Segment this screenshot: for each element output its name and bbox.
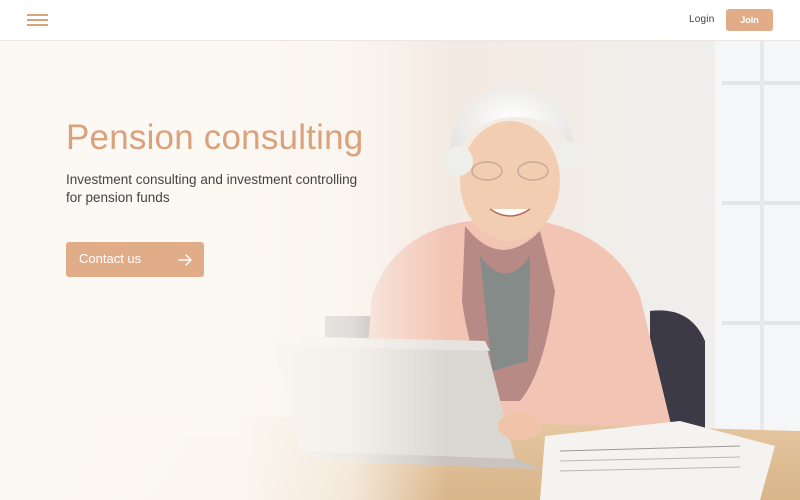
login-link[interactable]: Login: [689, 14, 714, 25]
contact-us-label: Contact us: [79, 251, 142, 266]
hero-title: Pension consulting: [66, 118, 364, 157]
menu-line: [27, 19, 48, 21]
join-button[interactable]: Join: [726, 9, 773, 31]
top-navigation-bar: Login Join: [0, 0, 800, 41]
arrow-right-icon: [178, 254, 192, 266]
menu-line: [27, 24, 48, 26]
menu-line: [27, 14, 48, 16]
hero-section: Pension consulting Investment consulting…: [0, 41, 800, 500]
contact-us-button[interactable]: Contact us: [66, 242, 204, 277]
hamburger-menu-icon[interactable]: [27, 13, 48, 27]
hero-subtitle: Investment consulting and investment con…: [66, 172, 358, 205]
